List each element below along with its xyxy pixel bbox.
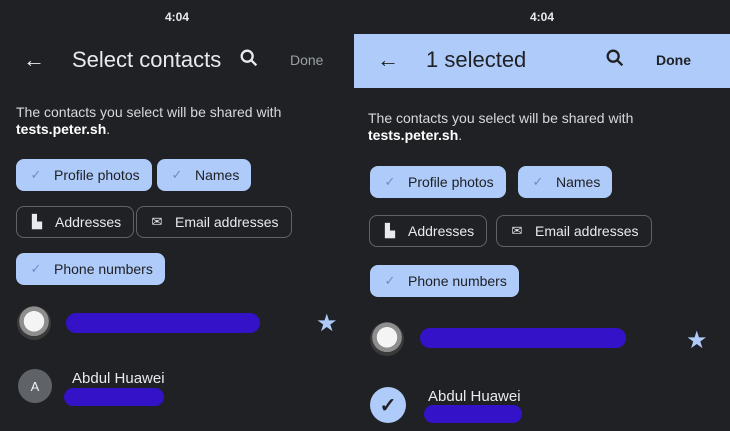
redacted-contact-name <box>420 328 626 348</box>
selection-count-title: 1 selected <box>426 47 527 72</box>
status-time: 4:04 <box>164 10 190 24</box>
back-arrow-icon[interactable]: ← <box>376 48 400 72</box>
chip-email-addresses[interactable]: ✉ Email addresses <box>496 215 652 247</box>
house-icon: ▙ <box>32 214 42 229</box>
selection-app-bar: ← 1 selected Done <box>354 34 730 88</box>
chip-names[interactable]: ✓ Names <box>157 159 252 191</box>
share-description: The contacts you select will be shared w… <box>16 104 282 137</box>
contact-avatar-photo[interactable] <box>370 322 404 356</box>
check-icon: ✓ <box>532 174 544 189</box>
back-arrow-icon[interactable]: ← <box>22 48 46 72</box>
check-icon: ✓ <box>171 167 183 182</box>
check-icon: ✓ <box>30 167 42 182</box>
search-icon[interactable] <box>604 47 630 73</box>
select-contacts-screen-left: 4:04 ← Select contacts Done The contacts… <box>0 0 354 431</box>
contact-selected-check-icon[interactable]: ✓ <box>370 387 406 423</box>
select-contacts-screen-right: 4:04 ← 1 selected Done The contacts you … <box>354 0 730 431</box>
chip-addresses[interactable]: ▙ Addresses <box>16 206 135 238</box>
done-button[interactable]: Done <box>290 52 323 68</box>
chip-profile-photos[interactable]: ✓ Profile photos <box>16 159 152 191</box>
page-title: Select contacts <box>72 47 222 72</box>
app-bar: ← Select contacts Done <box>0 34 354 90</box>
house-icon: ▙ <box>385 223 395 238</box>
email-icon: ✉ <box>151 214 163 229</box>
status-time: 4:04 <box>529 10 555 24</box>
chip-addresses[interactable]: ▙ Addresses <box>369 215 488 247</box>
chip-phone-numbers[interactable]: ✓ Phone numbers <box>370 265 519 297</box>
share-description: The contacts you select will be shared w… <box>368 110 634 143</box>
chip-phone-numbers[interactable]: ✓ Phone numbers <box>16 253 165 285</box>
redacted-contact-name <box>66 313 260 333</box>
redacted-contact-detail <box>64 388 164 406</box>
chip-email-addresses[interactable]: ✉ Email addresses <box>136 206 292 238</box>
contact-name[interactable]: Abdul Huawei <box>72 370 165 387</box>
check-icon: ✓ <box>384 273 396 288</box>
redacted-contact-detail <box>424 405 522 423</box>
chip-names[interactable]: ✓ Names <box>518 166 613 198</box>
star-icon[interactable]: ★ <box>686 326 708 355</box>
contact-avatar-photo[interactable] <box>17 306 51 340</box>
search-icon[interactable] <box>238 47 264 73</box>
check-icon: ✓ <box>384 174 396 189</box>
status-bar: 4:04 <box>354 0 730 34</box>
status-bar: 4:04 <box>0 0 354 34</box>
chip-profile-photos[interactable]: ✓ Profile photos <box>370 166 506 198</box>
contact-name[interactable]: Abdul Huawei <box>428 388 521 405</box>
email-icon: ✉ <box>511 223 523 238</box>
check-icon: ✓ <box>30 261 42 276</box>
done-button[interactable]: Done <box>656 52 691 68</box>
contact-avatar-initial[interactable]: A <box>18 369 52 403</box>
star-icon[interactable]: ★ <box>316 309 338 338</box>
